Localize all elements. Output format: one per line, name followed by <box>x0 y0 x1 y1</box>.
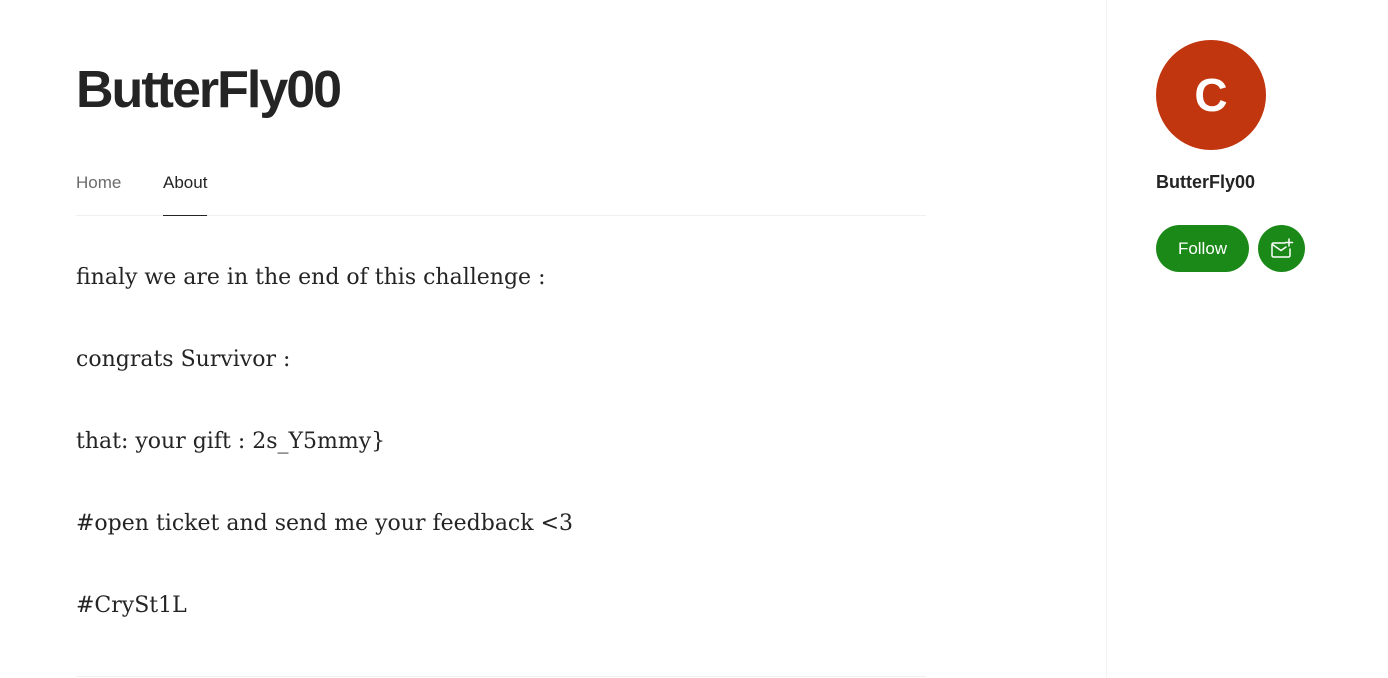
avatar[interactable]: C <box>1156 40 1266 150</box>
page: ButterFly00 Home About finaly we are in … <box>0 0 1388 678</box>
mail-plus-icon <box>1270 237 1293 258</box>
paragraph: that: your gift : 2s_Y5mmy} <box>76 429 386 454</box>
divider <box>76 676 926 677</box>
profile-name[interactable]: ButterFly00 <box>1156 172 1255 193</box>
paragraph: #open ticket and send me your feedback <… <box>76 511 574 536</box>
main-column: ButterFly00 Home About finaly we are in … <box>76 0 926 678</box>
profile-sidebar: C ButterFly00 Follow <box>1106 0 1388 678</box>
avatar-letter: C <box>1194 69 1228 121</box>
about-content: finaly we are in the end of this challen… <box>76 262 926 672</box>
tab-home[interactable]: Home <box>76 173 121 216</box>
paragraph: congrats Survivor : <box>76 347 291 372</box>
site-title[interactable]: ButterFly00 <box>76 60 342 120</box>
nav-tabs: Home About <box>76 170 926 216</box>
tab-about[interactable]: About <box>163 173 208 216</box>
follow-button[interactable]: Follow <box>1156 225 1249 272</box>
paragraph: #CrySt1L <box>76 593 187 618</box>
paragraph: finaly we are in the end of this challen… <box>76 265 546 290</box>
subscribe-email-button[interactable] <box>1258 225 1305 272</box>
